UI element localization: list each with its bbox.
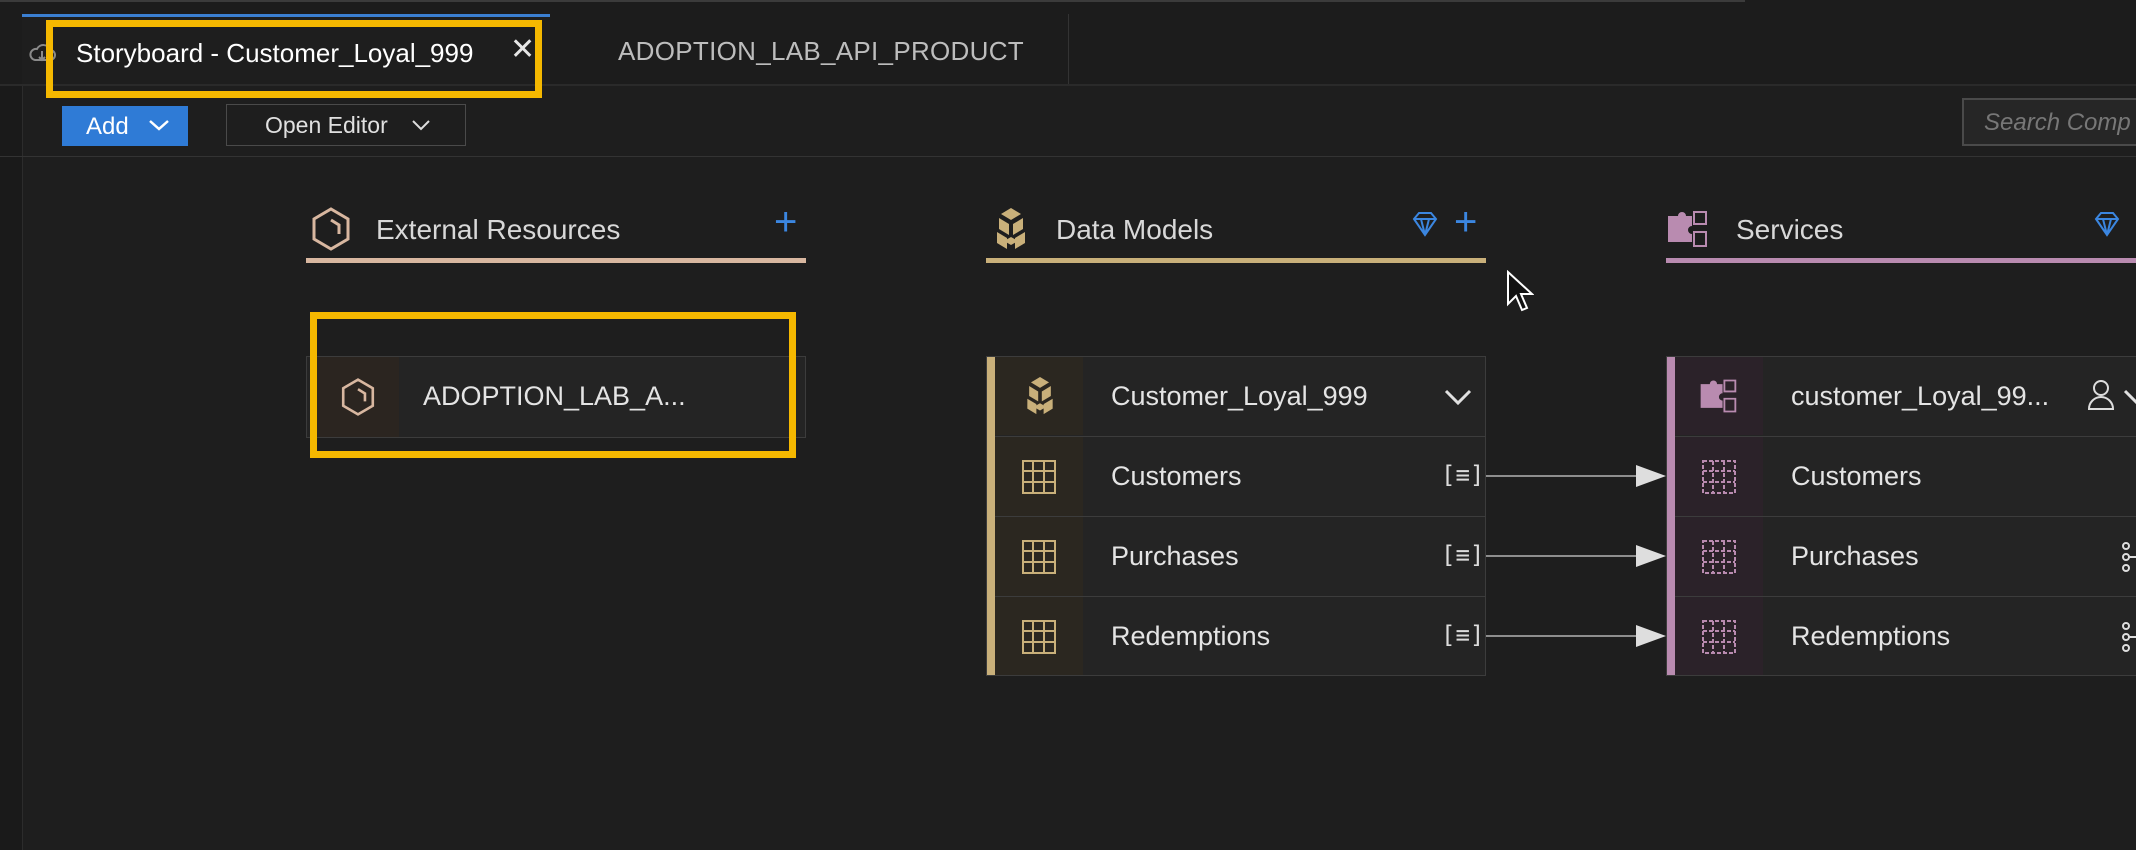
- tab-adoption-lab-api-product[interactable]: ADOPTION_LAB_API_PRODUCT: [552, 14, 1069, 84]
- node-icon-box: [1675, 517, 1763, 596]
- left-gutter: [0, 86, 23, 850]
- table-grid-icon: [1702, 620, 1736, 654]
- table-grid-icon: [1022, 620, 1056, 654]
- connector-arrow: [1486, 555, 1646, 557]
- entity-label: Customers: [1111, 461, 1242, 491]
- entity-label: Redemptions: [1111, 621, 1271, 651]
- data-model-icon: [990, 206, 1032, 257]
- diamond-icon[interactable]: [2092, 210, 2122, 243]
- list-icon[interactable]: [≡]: [1441, 541, 1484, 569]
- data-model-node[interactable]: Customer_Loyal_999 Customers [≡] Purchas…: [986, 356, 1486, 676]
- table-grid-icon: [1022, 460, 1056, 494]
- entity-row[interactable]: Purchases [≡]: [995, 517, 1485, 597]
- node-icon-box: [995, 517, 1083, 596]
- node-icon-box: [995, 437, 1083, 516]
- node-icon-box: [995, 597, 1083, 675]
- external-resources-underline: [306, 258, 806, 263]
- service-node[interactable]: customer_Loyal_99... Customers Purchases…: [1666, 356, 2136, 676]
- service-entity-row[interactable]: Redemptions: [1675, 597, 2136, 675]
- service-entity-row[interactable]: Customers: [1675, 437, 2136, 517]
- data-models-title: Data Models: [1056, 214, 1214, 245]
- add-data-model-button[interactable]: +: [1454, 202, 1477, 242]
- service-puzzle-icon: [1700, 379, 1737, 413]
- user-icon[interactable]: [2087, 379, 2115, 411]
- node-accent-bar: [1667, 357, 1675, 675]
- node-icon-box: [995, 357, 1083, 435]
- mouse-cursor-icon: [1507, 270, 1534, 312]
- open-editor-button[interactable]: Open Editor: [226, 104, 466, 146]
- chevron-down-icon: [412, 120, 430, 131]
- search-placeholder: Search Comp: [1984, 109, 2131, 136]
- arrowhead-icon: [1636, 465, 1666, 487]
- table-grid-icon: [1702, 460, 1736, 494]
- table-grid-icon: [1702, 540, 1736, 574]
- search-input[interactable]: Search Comp: [1962, 98, 2136, 146]
- connector-arrow: [1486, 635, 1646, 637]
- add-external-resource-button[interactable]: +: [774, 202, 797, 242]
- entity-label: Redemptions: [1791, 621, 1951, 651]
- arrowhead-icon: [1636, 545, 1666, 567]
- node-accent-bar: [987, 357, 995, 675]
- connector-arrow: [1486, 475, 1646, 477]
- entity-label: Purchases: [1791, 541, 1919, 571]
- open-editor-label: Open Editor: [265, 112, 388, 138]
- entity-row[interactable]: Redemptions [≡]: [995, 597, 1485, 675]
- add-button[interactable]: Add: [62, 106, 188, 146]
- data-models-underline: [986, 258, 1486, 263]
- add-button-label: Add: [86, 113, 129, 140]
- services-title: Services: [1736, 214, 1844, 245]
- entity-label: Purchases: [1111, 541, 1239, 571]
- window-top-edge: [0, 0, 1745, 2]
- service-label: customer_Loyal_99...: [1791, 381, 2050, 411]
- highlight-box: [310, 312, 796, 458]
- services-underline: [1666, 258, 2136, 263]
- chevron-down-icon[interactable]: [1443, 387, 1473, 407]
- data-model-label: Customer_Loyal_999: [1111, 381, 1368, 411]
- external-resource-icon: [310, 206, 352, 257]
- tab-label: ADOPTION_LAB_API_PRODUCT: [618, 36, 1024, 66]
- list-icon[interactable]: [≡]: [1441, 461, 1484, 489]
- entity-label: Customers: [1791, 461, 1922, 491]
- data-model-icon: [1027, 377, 1053, 415]
- chevron-down-icon: [149, 120, 169, 131]
- chevron-down-icon[interactable]: [2123, 387, 2136, 407]
- node-icon-box: [1675, 357, 1763, 435]
- data-model-header[interactable]: Customer_Loyal_999: [995, 357, 1485, 437]
- table-grid-icon: [1022, 540, 1056, 574]
- list-icon[interactable]: [≡]: [1441, 621, 1484, 649]
- relation-icon[interactable]: [2121, 541, 2136, 573]
- service-entity-row[interactable]: Purchases: [1675, 517, 2136, 597]
- relation-icon[interactable]: [2121, 621, 2136, 653]
- service-puzzle-icon: [1664, 206, 1710, 257]
- entity-row[interactable]: Customers [≡]: [995, 437, 1485, 517]
- diamond-icon[interactable]: [1410, 210, 1440, 243]
- external-resources-title: External Resources: [376, 214, 621, 245]
- node-icon-box: [1675, 437, 1763, 516]
- service-header[interactable]: customer_Loyal_99...: [1675, 357, 2136, 437]
- node-icon-box: [1675, 597, 1763, 675]
- arrowhead-icon: [1636, 625, 1666, 647]
